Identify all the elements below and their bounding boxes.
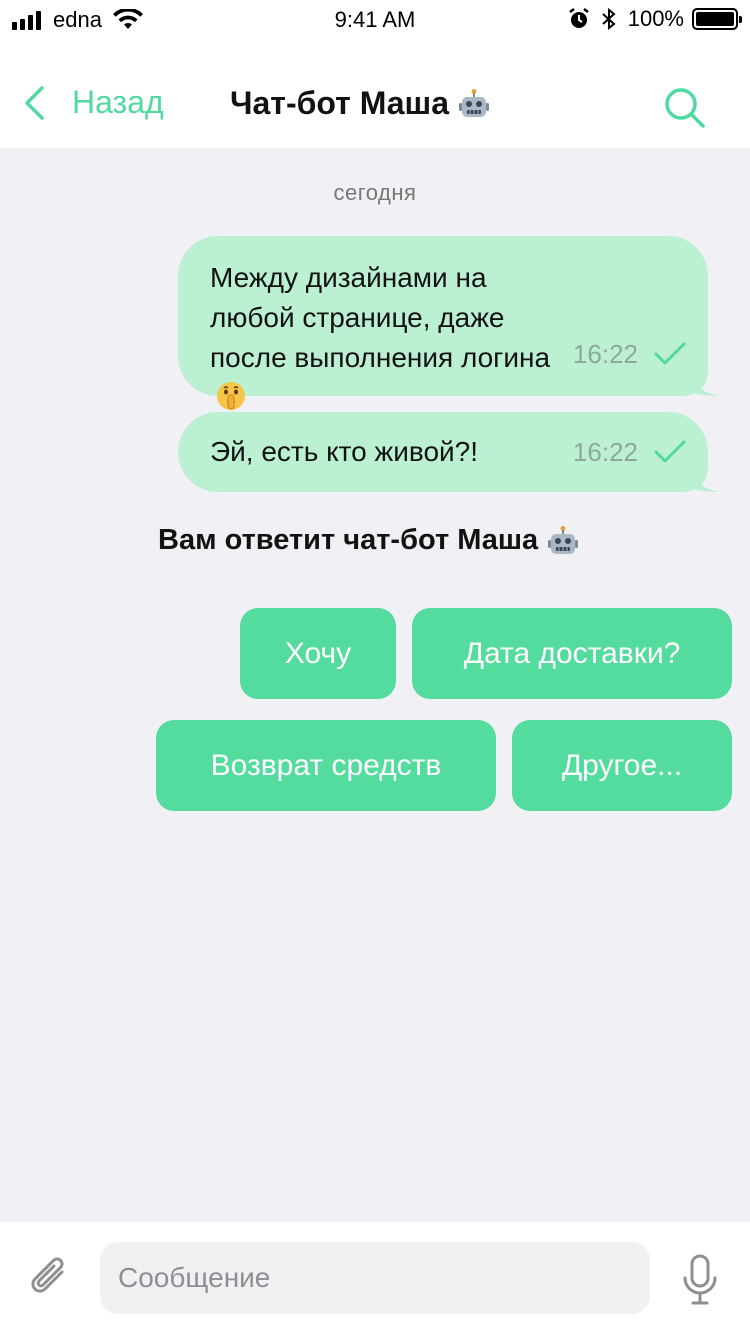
check-icon: [654, 440, 686, 463]
bluetooth-icon: [602, 7, 616, 31]
chevron-left-icon: [25, 85, 44, 120]
check-icon: [654, 342, 686, 365]
message-meta: 16:22: [573, 432, 686, 472]
battery-icon: [692, 8, 742, 30]
paperclip-icon[interactable]: [28, 1252, 74, 1302]
bubble-tail: [690, 466, 720, 492]
microphone-icon[interactable]: [682, 1254, 718, 1306]
quick-reply-delivery-date-button[interactable]: Дата доставки?: [412, 608, 732, 699]
date-separator: сегодня: [333, 180, 417, 205]
status-bar: edna 9:41 AM 100%: [0, 0, 750, 40]
alarm-icon: [568, 8, 589, 28]
status-right: 100%: [568, 6, 742, 32]
back-button[interactable]: Назад: [22, 84, 164, 121]
battery-percent: 100%: [627, 6, 684, 31]
search-icon[interactable]: [662, 85, 708, 131]
shushing-face-icon: [217, 382, 245, 410]
message-text: Между дизайнами на любой странице, даже …: [210, 258, 560, 418]
message-meta: 16:22: [573, 334, 686, 374]
page-title: Чат-бот Маша: [230, 85, 489, 122]
message-input[interactable]: [100, 1242, 650, 1314]
outgoing-message[interactable]: Эй, есть кто живой?! 16:22: [178, 412, 720, 492]
message-text: Эй, есть кто живой?!: [210, 436, 479, 467]
nav-bar: Назад Чат-бот Маша: [0, 40, 750, 148]
bot-notice-text: Вам ответит чат-бот Маша: [158, 524, 539, 556]
message-time: 16:22: [572, 437, 638, 467]
chat-screen: edna 9:41 AM 100% Назад Чат-бот Маша сег…: [0, 0, 750, 1334]
message-time: 16:22: [572, 339, 638, 369]
back-label: Назад: [72, 84, 164, 120]
quick-reply-other-button[interactable]: Другое...: [512, 720, 732, 811]
bot-notice: Вам ответит чат-бот Маша: [158, 524, 579, 557]
quick-reply-want-button[interactable]: Хочу: [240, 608, 396, 699]
bubble-tail: [690, 370, 720, 396]
quick-reply-refund-button[interactable]: Возврат средств: [156, 720, 496, 811]
robot-icon: [548, 525, 579, 554]
page-title-text: Чат-бот Маша: [230, 85, 449, 121]
outgoing-message[interactable]: Между дизайнами на любой странице, даже …: [178, 236, 720, 410]
robot-icon: [459, 88, 489, 117]
composer-bar: [0, 1222, 750, 1334]
